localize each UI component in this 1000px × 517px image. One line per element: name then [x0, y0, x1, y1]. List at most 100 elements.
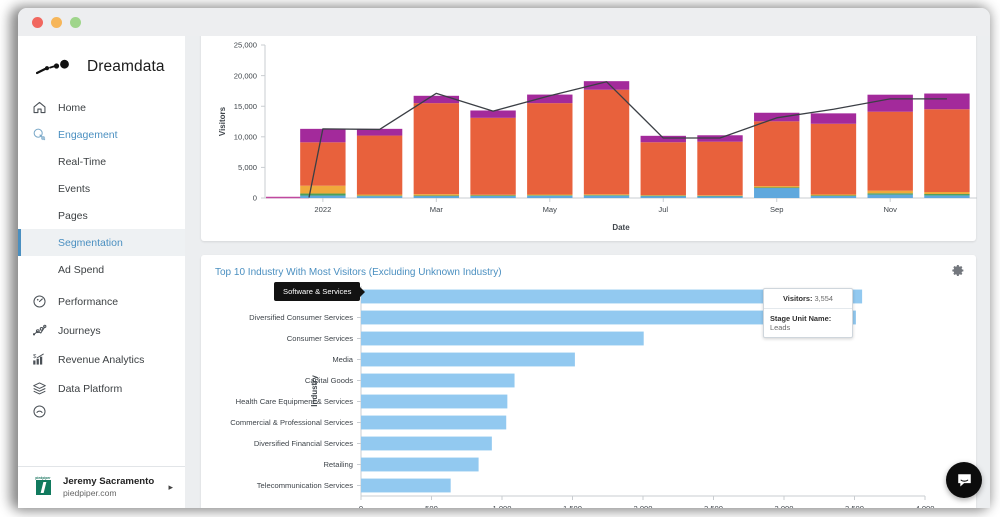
svg-text:Date: Date — [612, 223, 630, 232]
chat-bubble-icon — [955, 471, 974, 490]
main-content: 0 5,000 10,000 15,000 20,000 25,000 Visitors 20… — [185, 36, 990, 508]
tooltip-stage-value: Leads — [770, 323, 790, 332]
svg-text:2,000: 2,000 — [633, 504, 652, 508]
svg-text:Mar: Mar — [430, 205, 444, 214]
svg-text:Consumer Services: Consumer Services — [287, 334, 353, 343]
sidebar-item-label: Pages — [58, 210, 88, 222]
sidebar-item-performance[interactable]: Performance — [18, 287, 185, 316]
top-10-industry-card: Top 10 Industry With Most Visitors (Excl… — [201, 255, 976, 508]
top-10-industry-chart[interactable]: Diversified Consumer Services Consumer Se… — [201, 278, 989, 508]
journeys-icon — [32, 323, 47, 338]
gauge-icon — [32, 294, 47, 309]
svg-text:3,000: 3,000 — [774, 504, 793, 508]
clipped-item-icon — [32, 404, 47, 419]
sidebar-item-label: Revenue Analytics — [58, 354, 144, 366]
svg-text:Commercial & Professional Serv: Commercial & Professional Services — [230, 418, 353, 427]
revenue-chart-icon: $ — [32, 352, 47, 367]
tooltip-visitors-label: Visitors: — [783, 294, 812, 303]
svg-text:$: $ — [33, 354, 37, 360]
sidebar-item-ad-spend[interactable]: Ad Spend — [18, 256, 185, 283]
svg-text:2022: 2022 — [314, 205, 331, 214]
sidebar-item-data-platform[interactable]: Data Platform — [18, 374, 185, 403]
sidebar-item-label: Segmentation — [58, 237, 123, 249]
close-button[interactable] — [32, 17, 43, 28]
svg-text:500: 500 — [425, 504, 438, 508]
cursor-click-icon — [32, 127, 47, 142]
avatar: piedpiper — [32, 476, 54, 500]
tooltip-visitors-value: 3,554 — [815, 294, 834, 303]
sidebar-item-label: Data Platform — [58, 383, 122, 395]
gear-icon[interactable] — [949, 261, 968, 280]
browser-window: Dreamdata Home Engagement — [18, 8, 990, 508]
brand-name: Dreamdata — [87, 58, 165, 76]
user-profile[interactable]: piedpiper Jeremy Sacramento piedpiper.co… — [18, 466, 185, 508]
user-name: Jeremy Sacramento — [63, 476, 159, 488]
sidebar-item-label: Performance — [58, 296, 118, 308]
user-domain: piedpiper.com — [63, 488, 159, 499]
svg-text:15,000: 15,000 — [234, 102, 257, 111]
sidebar-item-label: Real-Time — [58, 156, 106, 168]
category-hover-label: Software & Services — [283, 287, 351, 296]
svg-text:0: 0 — [359, 504, 363, 508]
svg-text:Jul: Jul — [658, 205, 668, 214]
svg-text:Retailing: Retailing — [323, 460, 353, 469]
tooltip-stage-label: Stage Unit Name: — [770, 314, 831, 323]
minimize-button[interactable] — [51, 17, 62, 28]
svg-text:Industry: Industry — [310, 375, 319, 407]
svg-text:0: 0 — [253, 194, 257, 203]
bar-value-tooltip: Visitors: 3,554 Stage Unit Name: Leads — [763, 288, 853, 338]
layers-icon — [32, 381, 47, 396]
svg-text:2,500: 2,500 — [704, 504, 723, 508]
sidebar-item-label: Journeys — [58, 325, 101, 337]
tooltip-stage-row: Stage Unit Name: Leads — [764, 308, 852, 337]
brand-logo[interactable]: Dreamdata — [18, 36, 185, 94]
sidebar-item-pages[interactable]: Pages — [18, 202, 185, 229]
gear-glyph — [952, 264, 965, 277]
maximize-button[interactable] — [70, 17, 81, 28]
tooltip-visitors-row: Visitors: 3,554 — [764, 289, 852, 308]
avatar-mark — [36, 480, 51, 495]
visitors-over-time-chart[interactable]: 0 5,000 10,000 15,000 20,000 25,000 Visitors 20… — [201, 36, 989, 237]
visitors-over-time-card: 0 5,000 10,000 15,000 20,000 25,000 Visitors 20… — [201, 36, 976, 241]
app-body: Dreamdata Home Engagement — [18, 36, 990, 508]
svg-text:10,000: 10,000 — [234, 133, 257, 142]
sidebar-item-clipped[interactable] — [18, 403, 185, 419]
dreamdata-logo-icon — [36, 59, 78, 75]
svg-text:Nov: Nov — [883, 205, 897, 214]
svg-text:20,000: 20,000 — [234, 71, 257, 80]
sidebar-item-events[interactable]: Events — [18, 175, 185, 202]
svg-text:Diversified Financial Services: Diversified Financial Services — [254, 439, 353, 448]
desktop-background: Dreamdata Home Engagement — [0, 0, 1000, 517]
svg-text:3,500: 3,500 — [845, 504, 864, 508]
svg-text:May: May — [543, 205, 558, 214]
sidebar-item-journeys[interactable]: Journeys — [18, 316, 185, 345]
svg-text:25,000: 25,000 — [234, 41, 257, 50]
sidebar-item-real-time[interactable]: Real-Time — [18, 148, 185, 175]
svg-text:Telecommunication Services: Telecommunication Services — [257, 481, 353, 490]
chevron-right-icon[interactable]: ▸ — [168, 482, 175, 493]
user-meta: Jeremy Sacramento piedpiper.com — [63, 476, 159, 499]
sidebar-item-segmentation[interactable]: Segmentation — [18, 229, 185, 256]
svg-text:1,000: 1,000 — [492, 504, 511, 508]
svg-text:Sep: Sep — [770, 205, 784, 214]
window-titlebar — [18, 8, 990, 36]
avatar-slash — [40, 482, 46, 493]
svg-text:4,000: 4,000 — [915, 504, 934, 508]
intercom-launcher-button[interactable] — [946, 462, 982, 498]
sidebar-item-engagement[interactable]: Engagement — [18, 121, 185, 148]
card-title: Top 10 Industry With Most Visitors (Excl… — [201, 255, 976, 278]
svg-text:Visitors: Visitors — [218, 106, 227, 136]
svg-text:Media: Media — [332, 355, 353, 364]
sidebar-item-revenue-analytics[interactable]: $ Revenue Analytics — [18, 345, 185, 374]
svg-text:Health Care Equipment & Servic: Health Care Equipment & Services — [236, 397, 354, 406]
sidebar-item-label: Events — [58, 183, 90, 195]
sidebar-item-home[interactable]: Home — [18, 94, 185, 121]
svg-text:Diversified Consumer Services: Diversified Consumer Services — [249, 313, 353, 322]
sidebar-item-label: Engagement — [58, 129, 118, 141]
category-hover-tooltip: Software & Services — [274, 282, 360, 301]
sidebar-item-label: Home — [58, 102, 86, 114]
home-icon — [32, 100, 47, 115]
sidebar: Dreamdata Home Engagement — [18, 36, 185, 508]
svg-text:1,500: 1,500 — [563, 504, 582, 508]
svg-text:5,000: 5,000 — [238, 163, 257, 172]
